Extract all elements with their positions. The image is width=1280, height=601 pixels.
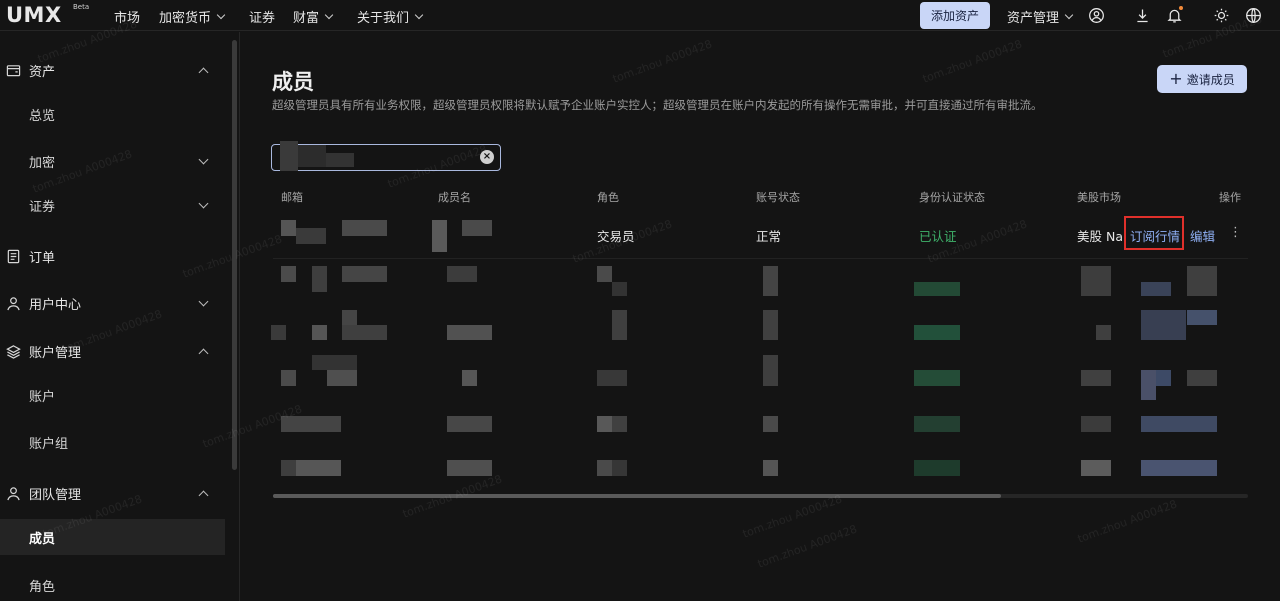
bell-icon[interactable]	[1164, 5, 1184, 25]
invite-member-label: 邀请成员	[1186, 72, 1235, 87]
main-content: 成员 超级管理员具有所有业务权限，超级管理员权限将默认赋予企业账户实控人；超级管…	[244, 32, 1280, 601]
theme-sun-icon[interactable]	[1211, 5, 1231, 25]
notification-dot	[1179, 6, 1183, 10]
search-input[interactable]	[271, 141, 501, 171]
plus-icon: +	[1169, 69, 1183, 88]
sidebar-item-account-group[interactable]: 账户组	[0, 424, 225, 460]
column-header-email[interactable]: 邮箱	[281, 189, 303, 205]
redacted-block	[298, 145, 326, 167]
sidebar-group-account-mgmt[interactable]: 账户管理	[0, 333, 225, 369]
add-asset-button[interactable]: 添加资产	[920, 2, 990, 29]
team-icon	[7, 487, 20, 501]
row-us-market: 美股 Na	[1077, 229, 1123, 244]
sidebar-item-label: 证券	[29, 199, 56, 215]
sidebar-group-label: 资产	[29, 64, 56, 80]
column-header-role[interactable]: 角色	[597, 189, 619, 205]
nav-wealth-label: 财富	[293, 11, 320, 26]
sidebar-item-account[interactable]: 账户	[0, 377, 225, 413]
chevron-down-icon	[324, 10, 334, 19]
redacted-email	[342, 220, 387, 236]
asset-management-menu[interactable]: 资产管理	[1007, 7, 1075, 26]
nav-about-label: 关于我们	[357, 11, 410, 26]
chevron-down-icon	[216, 10, 226, 19]
nav-about[interactable]: 关于我们	[357, 7, 425, 26]
sidebar-group-team-mgmt[interactable]: 团队管理	[0, 475, 225, 511]
column-header-member-name[interactable]: 成员名	[438, 189, 471, 205]
chevron-up-icon	[198, 67, 209, 78]
sidebar-group-user-center[interactable]: 用户中心	[0, 285, 225, 321]
redacted-block	[326, 153, 354, 167]
layers-icon	[6, 345, 21, 359]
edit-link[interactable]: 编辑	[1190, 226, 1215, 245]
logo[interactable]: UMX	[6, 3, 62, 27]
column-header-actions[interactable]: 操作	[1219, 189, 1241, 205]
sidebar-item-label: 账户	[29, 389, 56, 405]
nav-securities[interactable]: 证券	[249, 7, 275, 26]
sidebar-group-assets[interactable]: 资产	[0, 52, 225, 88]
chevron-down-icon	[414, 10, 424, 19]
redacted-block	[280, 141, 298, 171]
sidebar-group-label: 团队管理	[29, 487, 82, 503]
sidebar-item-label: 总览	[29, 108, 56, 124]
sidebar-item-securities[interactable]: 证券	[0, 187, 225, 223]
nav-wealth[interactable]: 财富	[293, 7, 335, 26]
clear-icon[interactable]: ×	[480, 150, 494, 164]
nav-crypto-label: 加密货币	[159, 11, 212, 26]
redacted-name	[432, 220, 447, 252]
redacted-email	[296, 228, 326, 244]
sidebar-scrollbar[interactable]	[232, 40, 237, 470]
nav-crypto[interactable]: 加密货币	[159, 7, 227, 26]
sidebar-item-label: 账户组	[29, 436, 69, 452]
redacted-name	[462, 220, 492, 236]
row-divider	[273, 258, 1248, 259]
page-title: 成员	[272, 70, 314, 94]
invite-member-button[interactable]: + 邀请成员	[1157, 65, 1247, 93]
row-account-status: 正常	[756, 229, 782, 244]
sidebar-group-orders[interactable]: 订单	[0, 238, 225, 274]
column-header-kyc-status[interactable]: 身份认证状态	[919, 189, 985, 205]
sidebar-item-label: 角色	[29, 579, 56, 595]
nav-market[interactable]: 市场	[114, 7, 140, 26]
user-icon	[7, 297, 20, 311]
more-icon[interactable]: ⋮	[1229, 225, 1242, 240]
download-icon[interactable]	[1132, 5, 1152, 25]
column-header-us-market[interactable]: 美股市场	[1077, 189, 1123, 205]
row-kyc-status: 已认证	[919, 229, 957, 244]
globe-icon[interactable]	[1243, 5, 1263, 25]
chevron-down-icon	[198, 198, 209, 209]
order-icon	[7, 249, 20, 264]
page-description: 超级管理员具有所有业务权限，超级管理员权限将默认赋予企业账户实控人；超级管理员在…	[272, 98, 1043, 112]
chevron-down-icon	[198, 296, 209, 307]
asset-management-label: 资产管理	[1007, 11, 1060, 26]
sidebar-group-label: 账户管理	[29, 345, 82, 361]
chevron-down-icon	[198, 154, 209, 165]
user-avatar-icon[interactable]	[1086, 5, 1106, 25]
wallet-icon	[6, 65, 21, 77]
sidebar-item-roles[interactable]: 角色	[0, 567, 225, 601]
chevron-up-icon	[198, 490, 209, 501]
chevron-down-icon	[1064, 10, 1074, 19]
nav-securities-label: 证券	[249, 11, 276, 26]
subscribe-market-data-link[interactable]: 订阅行情	[1130, 226, 1180, 245]
table-horizontal-scrollbar[interactable]	[273, 494, 1001, 498]
top-navbar: UMX Beta 市场 加密货币 证券 财富 关于我们 添加资产 资产管理	[0, 0, 1280, 31]
chevron-up-icon	[198, 348, 209, 359]
row-role: 交易员	[597, 229, 635, 244]
sidebar-item-label: 加密	[29, 155, 56, 171]
redacted-email	[281, 220, 296, 236]
sidebar-item-label: 成员	[29, 531, 56, 547]
sidebar-item-crypto[interactable]: 加密	[0, 143, 225, 179]
sidebar-item-overview[interactable]: 总览	[0, 96, 225, 132]
sidebar-group-label: 订单	[29, 250, 56, 266]
sidebar-item-members[interactable]: 成员	[0, 519, 225, 555]
column-header-account-status[interactable]: 账号状态	[756, 189, 800, 205]
sidebar: 资产 总览 加密 证券 订单 用户中心 账户管理 账户 账户组 团队管理 成员 …	[0, 32, 240, 601]
nav-market-label: 市场	[114, 11, 141, 26]
beta-badge: Beta	[73, 3, 90, 11]
sidebar-group-label: 用户中心	[29, 297, 82, 313]
